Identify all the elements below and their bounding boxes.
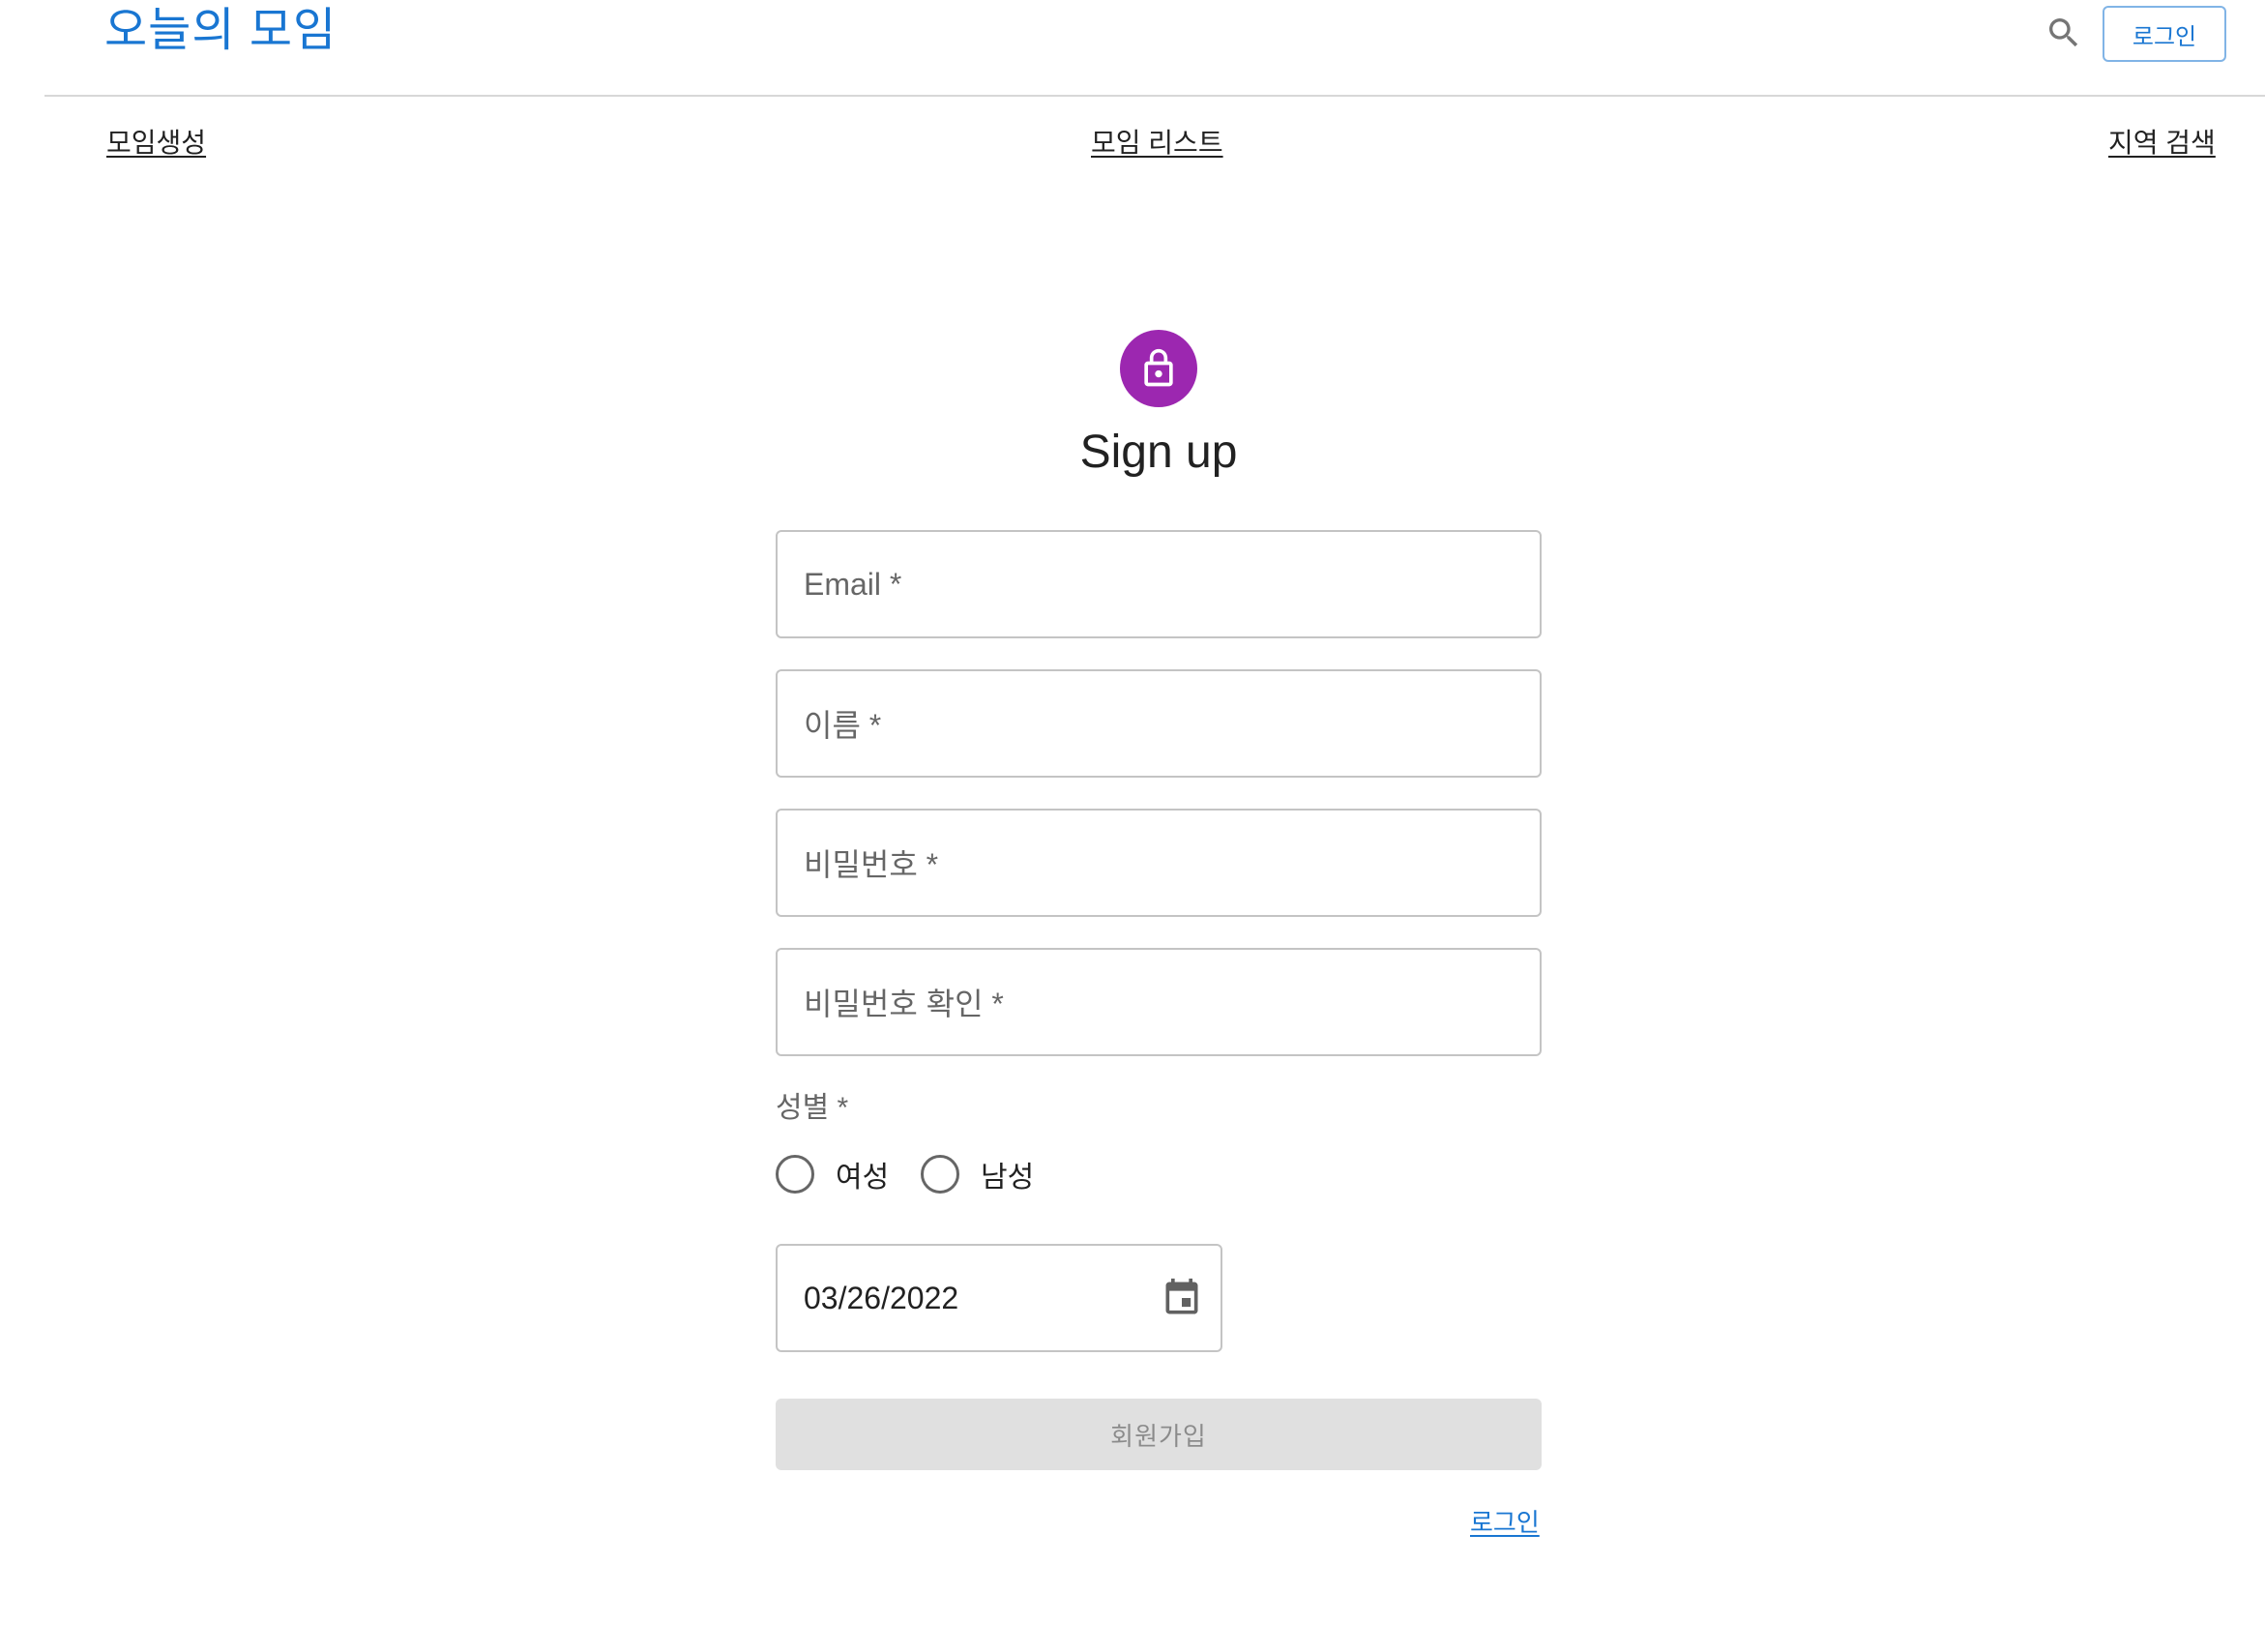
password-confirm-field[interactable]: 비밀번호 확인 * [776,948,1542,1056]
email-field[interactable]: Email * [776,530,1542,638]
radio-circle-icon[interactable] [921,1155,959,1194]
password-confirm-field-label: 비밀번호 확인 * [804,987,1004,1021]
gender-male-label: 남성 [981,1162,1035,1194]
radio-circle-icon[interactable] [776,1155,814,1194]
name-field[interactable]: 이름 * [776,669,1542,778]
search-icon [2049,18,2078,47]
calendar-icon[interactable] [1161,1277,1203,1319]
password-field-label: 비밀번호 * [804,847,939,882]
gender-radio-female[interactable]: 여성 [776,1153,889,1195]
nav-link-create-meeting[interactable]: 모임생성 [106,124,206,162]
site-title[interactable]: 오늘의 모임 [104,0,337,62]
signup-submit-button[interactable]: 회원가입 [776,1399,1542,1470]
page-title: Sign up [1079,427,1238,478]
email-field-label: Email * [804,566,902,602]
birth-date-input[interactable]: 03/26/2022 [776,1244,1222,1352]
nav-link-meeting-list[interactable]: 모임 리스트 [1091,124,1223,162]
search-button[interactable] [2043,12,2085,54]
gender-radio-male[interactable]: 남성 [921,1153,1034,1195]
password-field[interactable]: 비밀번호 * [776,809,1542,917]
login-button[interactable]: 로그인 [2103,6,2226,62]
app-header: 오늘의 모임 로그인 [44,0,2265,97]
lock-icon [1144,348,1173,387]
gender-label: 성별 * [776,1092,849,1124]
gender-female-label: 여성 [836,1162,890,1194]
lock-avatar [1120,330,1197,407]
nav-link-region-search[interactable]: 지역 검색 [2108,124,2216,162]
login-link[interactable]: 로그인 [1470,1505,1540,1540]
birth-date-value: 03/26/2022 [804,1280,959,1315]
name-field-label: 이름 * [804,708,882,743]
